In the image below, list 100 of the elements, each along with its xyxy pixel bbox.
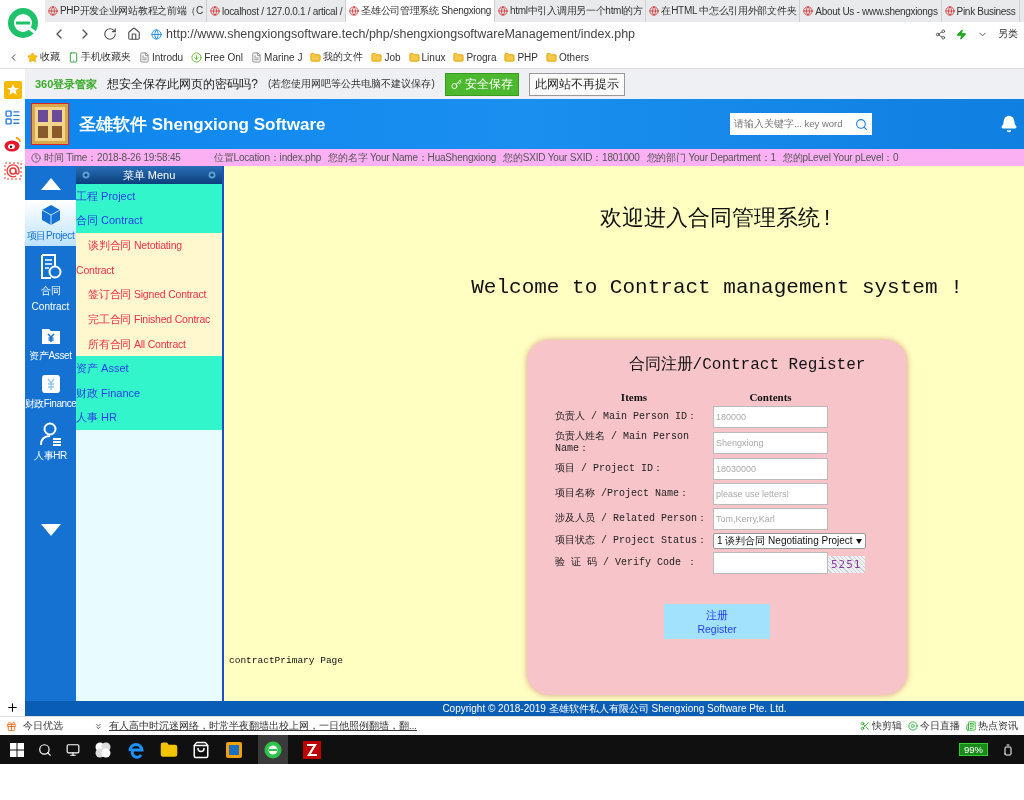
status-label[interactable]: 今日优选: [23, 719, 63, 733]
globe-icon: [48, 6, 58, 16]
info-text: 您的部门 Your Department：1: [646, 150, 776, 165]
browser-logo-icon: [6, 7, 39, 39]
submenu-item[interactable]: 所有合同 All Contract: [76, 331, 222, 357]
info-text: 位置Location：index.php: [214, 150, 322, 165]
gift-icon: [6, 720, 17, 732]
menu-item[interactable]: 合同 Contract: [76, 208, 222, 234]
bookmark[interactable]: Others: [546, 51, 590, 63]
list-icon[interactable]: [4, 109, 21, 126]
at-sign-icon[interactable]: [3, 162, 22, 180]
browser-tab[interactable]: html中引入调用另一个html的方: [495, 0, 647, 22]
scissors-icon: [860, 721, 870, 731]
register-button[interactable]: 注册 Register: [664, 604, 770, 639]
home-icon[interactable]: [127, 27, 141, 41]
folder-icon: [453, 51, 465, 63]
input-field[interactable]: 180000: [713, 406, 828, 428]
form-title: 合同注册/Contract Register: [628, 354, 866, 375]
search-icon[interactable]: [38, 742, 52, 757]
search-field[interactable]: 请输入关键字... key word: [730, 113, 872, 135]
browser-tab[interactable]: 在HTML 中怎么引用外部文件夹: [646, 0, 801, 22]
yen-folder-icon: [40, 326, 61, 346]
copyright-text: Copyright © 2018-2019 圣雄软件私人有限公司 Shengxiong Software Pte. Ltd.: [25, 701, 1024, 716]
person-icon: [39, 422, 62, 446]
input-field[interactable]: Shengxiong: [713, 432, 828, 454]
browser-tab[interactable]: About Us - www.shengxiongs: [800, 0, 942, 22]
field-label: 项目名称 /Project Name：: [555, 488, 690, 500]
status-link[interactable]: 热点资讯: [966, 719, 1018, 733]
bookmark[interactable]: Introdu: [139, 51, 184, 63]
bookmark[interactable]: 手机收藏夹: [68, 50, 131, 64]
task-view-icon[interactable]: [66, 742, 80, 757]
browser-tab[interactable]: PHP开发企业网站教程之前端（C: [45, 0, 207, 22]
bookmark[interactable]: Linux: [408, 51, 446, 63]
bookmark[interactable]: Job: [371, 51, 401, 63]
input-field[interactable]: 18030000: [713, 458, 828, 480]
field-label: 验 证 码 / Verify Code ：: [555, 557, 699, 569]
status-select[interactable]: 1 谈判合同 Negotiating Project: [713, 533, 866, 549]
menu-item[interactable]: 工程 Project: [76, 184, 222, 209]
bookmark[interactable]: Marine J: [251, 51, 303, 63]
nav-item[interactable]: 项目Project: [25, 200, 76, 246]
status-link[interactable]: 今日直播: [908, 719, 960, 733]
windows-icon[interactable]: [10, 742, 24, 757]
store-icon[interactable]: [192, 740, 210, 759]
star-icon: [27, 51, 38, 63]
menu-item[interactable]: 财政 Finance: [76, 380, 222, 406]
address-bar[interactable]: http://www.shengxiongsoftware.tech/php/shengxiongsoftwareManagement/index.php: [151, 27, 925, 41]
nav-item[interactable]: 财政Finance: [25, 370, 76, 414]
status-link[interactable]: 快剪辑: [860, 719, 902, 733]
weibo-icon[interactable]: [3, 136, 22, 152]
toolbar-label[interactable]: 另类: [998, 27, 1018, 41]
menu-item[interactable]: 人事 HR: [76, 405, 222, 430]
bell-icon[interactable]: [1000, 115, 1018, 133]
down-arrow-icon[interactable]: [40, 524, 61, 536]
bookmark[interactable]: 我的文件: [310, 50, 364, 64]
bookmark[interactable]: PHP: [504, 51, 538, 63]
browser-tab[interactable]: 圣雄公司管理系统 Shengxiong: [346, 0, 496, 22]
submenu-item[interactable]: 签订合同 Signed Contract: [76, 282, 222, 307]
pinwheel-icon[interactable]: [94, 740, 112, 759]
newspaper-icon: [966, 721, 976, 731]
battery-level: 99%: [959, 743, 988, 756]
app-icon[interactable]: [224, 739, 244, 760]
globe-icon: [498, 6, 509, 16]
lightning-icon[interactable]: [956, 28, 967, 40]
globe-icon: [349, 6, 360, 16]
info-text: 您的名字 Your Name：HuaShengxiong: [328, 150, 497, 165]
nav-item[interactable]: 人事HR: [25, 418, 76, 466]
globe-icon: [210, 6, 220, 16]
add-icon[interactable]: [6, 701, 19, 714]
bookmark[interactable]: 收藏: [27, 50, 60, 64]
download-icon: [191, 51, 203, 63]
news-link[interactable]: 有人高中时沉迷网络，时常半夜翻墙出校上网，一日他照例翻墙，翻...: [109, 719, 854, 733]
input-field[interactable]: [713, 552, 828, 574]
browser-icon[interactable]: [258, 735, 288, 764]
submenu-item[interactable]: 谈判合同 Netotiating Contract: [76, 233, 222, 283]
folder-icon: [310, 51, 322, 63]
up-arrow-icon[interactable]: [40, 178, 61, 190]
share-icon[interactable]: [935, 28, 946, 40]
field-label: 负责人姓名 / Main Person Name：: [555, 431, 690, 455]
column-header: Items: [619, 391, 649, 403]
folder-icon: [504, 51, 516, 63]
browser-tab[interactable]: Pink Business: [941, 0, 1020, 22]
submenu-item[interactable]: 完工合同 Finished Contrac: [76, 306, 222, 332]
bookmark[interactable]: Progra: [453, 51, 497, 63]
filezilla-icon[interactable]: [302, 739, 322, 760]
input-field[interactable]: please use letters!: [713, 483, 828, 505]
document-icon: [39, 254, 62, 280]
nav-item[interactable]: 资产Asset: [25, 322, 76, 366]
folder-icon: [408, 51, 420, 63]
page-icon: [251, 51, 263, 63]
field-label: 涉及人员 / Related Person：: [555, 513, 709, 525]
dismiss-button[interactable]: 此网站不再提示: [528, 72, 625, 96]
folder-icon[interactable]: [160, 740, 178, 759]
nav-item[interactable]: 合同 Contract: [25, 250, 76, 318]
yen-card-icon: [40, 374, 61, 394]
menu-item[interactable]: 资产 Asset: [76, 356, 222, 381]
field-label: 项目 / Project ID：: [555, 463, 664, 475]
bookmark[interactable]: Free Onl: [191, 51, 244, 63]
input-field[interactable]: Tom,Kerry,Karl: [713, 508, 828, 530]
reload-icon[interactable]: [103, 27, 117, 41]
clock-icon: [31, 152, 41, 163]
